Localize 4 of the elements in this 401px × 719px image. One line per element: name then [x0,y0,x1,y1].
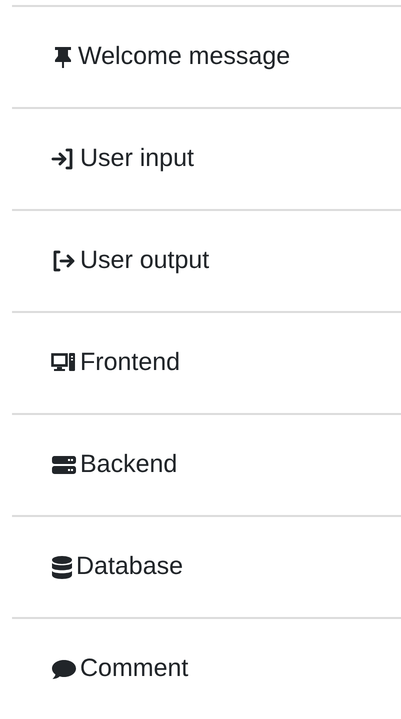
sign-out-icon [51,249,77,273]
database-icon [51,555,73,579]
speech-bubble-icon [51,657,77,681]
server-icon [51,453,77,477]
